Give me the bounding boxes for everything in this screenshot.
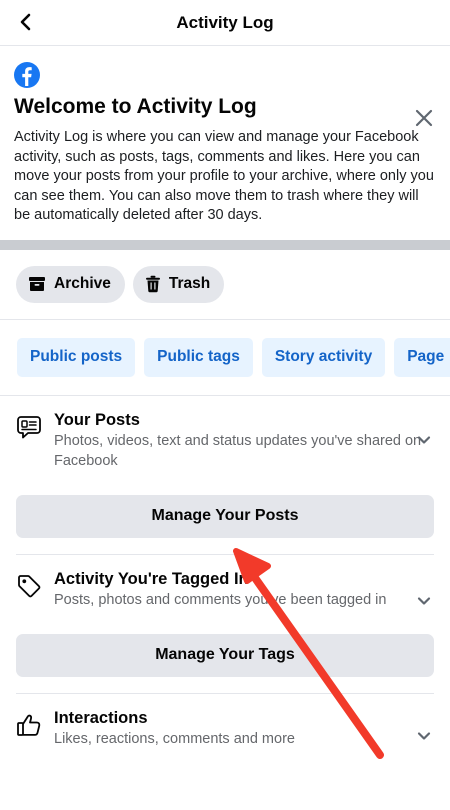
welcome-card: Welcome to Activity Log Activity Log is … xyxy=(0,46,450,240)
section-description: Likes, reactions, comments and more xyxy=(54,730,295,747)
section-divider xyxy=(0,239,450,250)
facebook-logo-icon xyxy=(14,62,40,88)
section-title: Interactions xyxy=(54,708,148,727)
filter-tabs: Public posts Public tags Story activity … xyxy=(0,320,450,396)
your-posts-row[interactable]: Your Posts Photos, videos, text and stat… xyxy=(16,408,434,471)
interactions-section: Interactions Likes, reactions, comments … xyxy=(0,694,450,749)
section-description: Photos, videos, text and status updates … xyxy=(54,432,422,469)
trash-button[interactable]: Trash xyxy=(132,265,225,303)
your-posts-section: Your Posts Photos, videos, text and stat… xyxy=(0,396,450,555)
tab-story-activity[interactable]: Story activity xyxy=(261,337,386,377)
manage-your-tags-button[interactable]: Manage Your Tags xyxy=(16,633,434,677)
tag-icon xyxy=(18,574,41,597)
archive-label: Archive xyxy=(54,275,111,292)
section-title: Activity You're Tagged In xyxy=(54,569,249,588)
close-button[interactable] xyxy=(412,106,436,130)
thumbs-up-icon xyxy=(17,714,41,736)
interactions-row[interactable]: Interactions Likes, reactions, comments … xyxy=(16,706,434,749)
trash-label: Trash xyxy=(168,275,211,292)
chevron-down-icon[interactable] xyxy=(416,432,432,448)
archive-box-icon xyxy=(29,277,45,291)
archive-button[interactable]: Archive xyxy=(16,265,125,303)
tab-public-tags[interactable]: Public tags xyxy=(144,337,253,377)
tab-public-posts[interactable]: Public posts xyxy=(17,337,136,377)
back-arrow-icon xyxy=(20,13,31,31)
quick-actions: Archive Trash xyxy=(0,250,450,320)
chevron-down-icon[interactable] xyxy=(416,593,432,609)
post-bubble-icon xyxy=(17,415,41,438)
close-icon xyxy=(415,109,433,127)
tagged-activity-row[interactable]: Activity You're Tagged In Posts, photos … xyxy=(16,567,434,610)
page-title: Activity Log xyxy=(176,12,274,32)
section-title: Your Posts xyxy=(54,410,140,429)
welcome-description: Activity Log is where you can view and m… xyxy=(14,129,434,223)
manage-your-posts-button[interactable]: Manage Your Posts xyxy=(16,494,434,538)
tab-page[interactable]: Page xyxy=(394,337,450,377)
section-description: Posts, photos and comments you've been t… xyxy=(54,591,387,608)
back-button[interactable] xyxy=(10,6,42,38)
trash-can-icon xyxy=(145,275,160,293)
welcome-title: Welcome to Activity Log xyxy=(14,95,257,118)
chevron-down-icon[interactable] xyxy=(416,728,432,744)
tagged-activity-section: Activity You're Tagged In Posts, photos … xyxy=(0,555,450,694)
app-header: Activity Log xyxy=(0,0,450,46)
